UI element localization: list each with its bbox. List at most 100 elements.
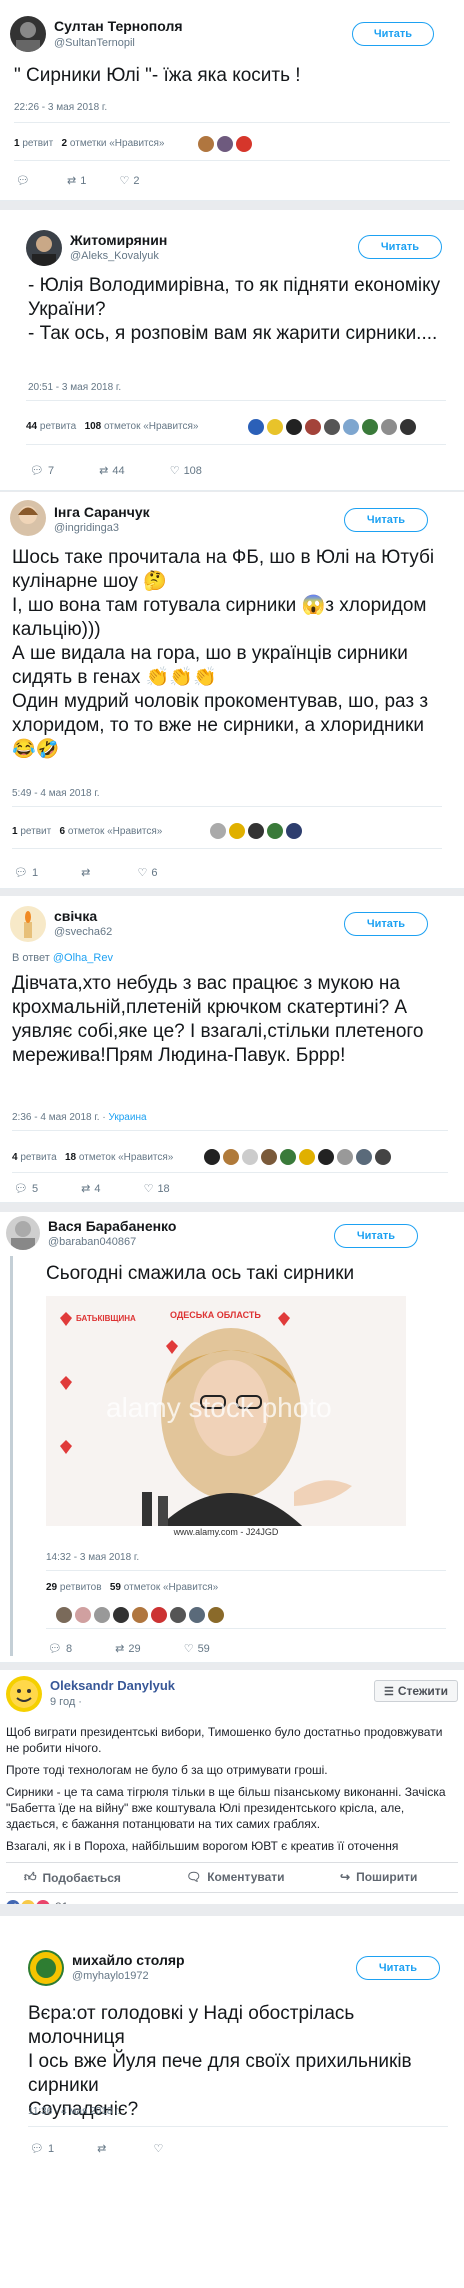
reply-button[interactable]: 💬︎ 8 <box>48 1642 72 1656</box>
avatar[interactable] <box>6 1676 42 1712</box>
liker-avatar[interactable] <box>242 1148 258 1165</box>
liker-avatar[interactable] <box>198 135 214 152</box>
author-handle[interactable]: @myhaylo1972 <box>72 1970 149 1982</box>
avatar[interactable] <box>10 906 46 942</box>
liker-avatar[interactable] <box>318 1148 334 1165</box>
liker-avatar[interactable] <box>210 822 226 839</box>
like-button[interactable]: ♡ <box>153 2142 167 2155</box>
liker-avatar[interactable] <box>400 418 416 435</box>
reply-button[interactable]: 💬︎ 1 <box>14 866 38 880</box>
liker-avatar[interactable] <box>94 1606 110 1623</box>
reply-button[interactable]: 💬︎ <box>16 174 34 187</box>
follow-button[interactable]: Читать <box>358 235 442 259</box>
avatar[interactable] <box>10 500 46 536</box>
like-count[interactable]: 18 <box>65 1152 76 1163</box>
retweet-button[interactable]: ⇄ 29 <box>115 1642 140 1656</box>
retweet-count[interactable]: 4 <box>12 1152 18 1163</box>
retweet-button[interactable]: ⇄ <box>81 866 94 879</box>
share-button[interactable]: ↪ Поширити <box>340 1870 417 1884</box>
avatar[interactable] <box>6 1216 40 1250</box>
liker-avatar[interactable] <box>362 418 378 435</box>
liker-avatar[interactable] <box>204 1148 220 1165</box>
author-name[interactable]: Вася Барабаненко <box>48 1218 176 1234</box>
liker-avatar[interactable] <box>356 1148 372 1165</box>
author-name[interactable]: Султан Тернополя <box>54 18 183 34</box>
reply-button[interactable]: 💬︎ 5 <box>14 1182 38 1196</box>
like-button[interactable]: ♡ 108 <box>170 464 202 478</box>
liker-avatar[interactable] <box>151 1606 167 1623</box>
like-button[interactable]: 👍︎ Подобається <box>24 1870 121 1885</box>
liker-avatar[interactable] <box>343 418 359 435</box>
liker-avatar[interactable] <box>208 1606 224 1623</box>
retweet-count[interactable]: 29 <box>46 1582 57 1593</box>
liker-avatar[interactable] <box>286 418 302 435</box>
tweet-timestamp[interactable]: 22:26 - 3 мая 2018 г. <box>14 102 107 113</box>
author-handle[interactable]: @Aleks_Kovalyuk <box>70 250 159 262</box>
liker-avatar[interactable] <box>261 1148 277 1165</box>
post-time[interactable]: 9 год · <box>50 1696 82 1708</box>
location-link[interactable]: Украина <box>108 1112 146 1123</box>
liker-avatar[interactable] <box>56 1606 72 1623</box>
liker-avatar[interactable] <box>75 1606 91 1623</box>
tweet-timestamp[interactable]: 14:32 - 3 мая 2018 г. <box>46 1552 139 1563</box>
like-count[interactable]: 108 <box>85 421 102 432</box>
tweet-timestamp[interactable]: 11:36 - 4 мая 2018 г. <box>28 2106 120 2117</box>
timestamp-link[interactable]: 2:36 - 4 мая 2018 г. · <box>12 1112 106 1123</box>
liker-avatar[interactable] <box>132 1606 148 1623</box>
retweet-count[interactable]: 44 <box>26 421 37 432</box>
like-button[interactable]: ♡ 6 <box>137 866 157 880</box>
follow-button[interactable]: ☰ Стежити <box>374 1680 458 1702</box>
avatar[interactable] <box>28 1950 64 1986</box>
retweet-button[interactable]: ⇄ <box>97 2142 110 2155</box>
reply-to-user-link[interactable]: @Olha_Rev <box>53 952 113 964</box>
tweet-timestamp[interactable]: 5:49 - 4 мая 2018 г. <box>12 788 100 799</box>
reply-button[interactable]: 💬︎ 7 <box>30 464 54 478</box>
follow-button[interactable]: Читать <box>344 508 428 532</box>
like-count[interactable]: 2 <box>62 138 68 149</box>
liker-avatar[interactable] <box>248 822 264 839</box>
liker-avatar[interactable] <box>170 1606 186 1623</box>
follow-button[interactable]: Читать <box>352 22 434 46</box>
retweet-count[interactable]: 1 <box>14 138 20 149</box>
follow-button[interactable]: Читать <box>356 1956 440 1980</box>
avatar[interactable] <box>26 230 62 266</box>
follow-button[interactable]: Читать <box>344 912 428 936</box>
liker-avatar[interactable] <box>305 418 321 435</box>
liker-avatar[interactable] <box>113 1606 129 1623</box>
avatar[interactable] <box>10 16 46 52</box>
author-name[interactable]: Інга Саранчук <box>54 504 150 520</box>
liker-avatar[interactable] <box>229 822 245 839</box>
liker-avatar[interactable] <box>189 1606 205 1623</box>
author-handle[interactable]: @baraban040867 <box>48 1236 136 1248</box>
like-button[interactable]: ♡ 18 <box>144 1182 170 1196</box>
retweet-button[interactable]: ⇄ 44 <box>99 464 124 478</box>
liker-avatar[interactable] <box>248 418 264 435</box>
like-count[interactable]: 59 <box>110 1582 121 1593</box>
author-name[interactable]: михайло столяр <box>72 1952 185 1968</box>
liker-avatar[interactable] <box>280 1148 296 1165</box>
liker-avatar[interactable] <box>267 418 283 435</box>
liker-avatar[interactable] <box>217 135 233 152</box>
tweet-photo[interactable]: БАТЬКІВЩИНА ОДЕСЬКА ОБЛАСТЬ alamy stock … <box>46 1296 406 1540</box>
author-handle[interactable]: @ingridinga3 <box>54 522 119 534</box>
comment-button[interactable]: 🗨︎ Коментувати <box>186 1870 285 1884</box>
author-name[interactable]: Житомирянин <box>70 232 167 248</box>
follow-button[interactable]: Читать <box>334 1224 418 1248</box>
liker-avatar[interactable] <box>337 1148 353 1165</box>
liker-avatar[interactable] <box>375 1148 391 1165</box>
liker-avatar[interactable] <box>381 418 397 435</box>
retweet-count[interactable]: 1 <box>12 826 18 837</box>
liker-avatar[interactable] <box>299 1148 315 1165</box>
like-button[interactable]: ♡ 59 <box>184 1642 210 1656</box>
retweet-button[interactable]: ⇄ 1 <box>67 174 86 188</box>
author-name[interactable]: свічка <box>54 908 97 924</box>
reply-button[interactable]: 💬︎ 1 <box>30 2142 54 2156</box>
tweet-timestamp[interactable]: 20:51 - 3 мая 2018 г. <box>28 382 121 393</box>
like-button[interactable]: ♡ 2 <box>119 174 139 188</box>
liker-avatar[interactable] <box>223 1148 239 1165</box>
author-name[interactable]: Oleksandr Danylyuk <box>50 1678 175 1693</box>
liker-avatar[interactable] <box>324 418 340 435</box>
liker-avatar[interactable] <box>267 822 283 839</box>
author-handle[interactable]: @svecha62 <box>54 926 112 938</box>
liker-avatar[interactable] <box>236 135 252 152</box>
